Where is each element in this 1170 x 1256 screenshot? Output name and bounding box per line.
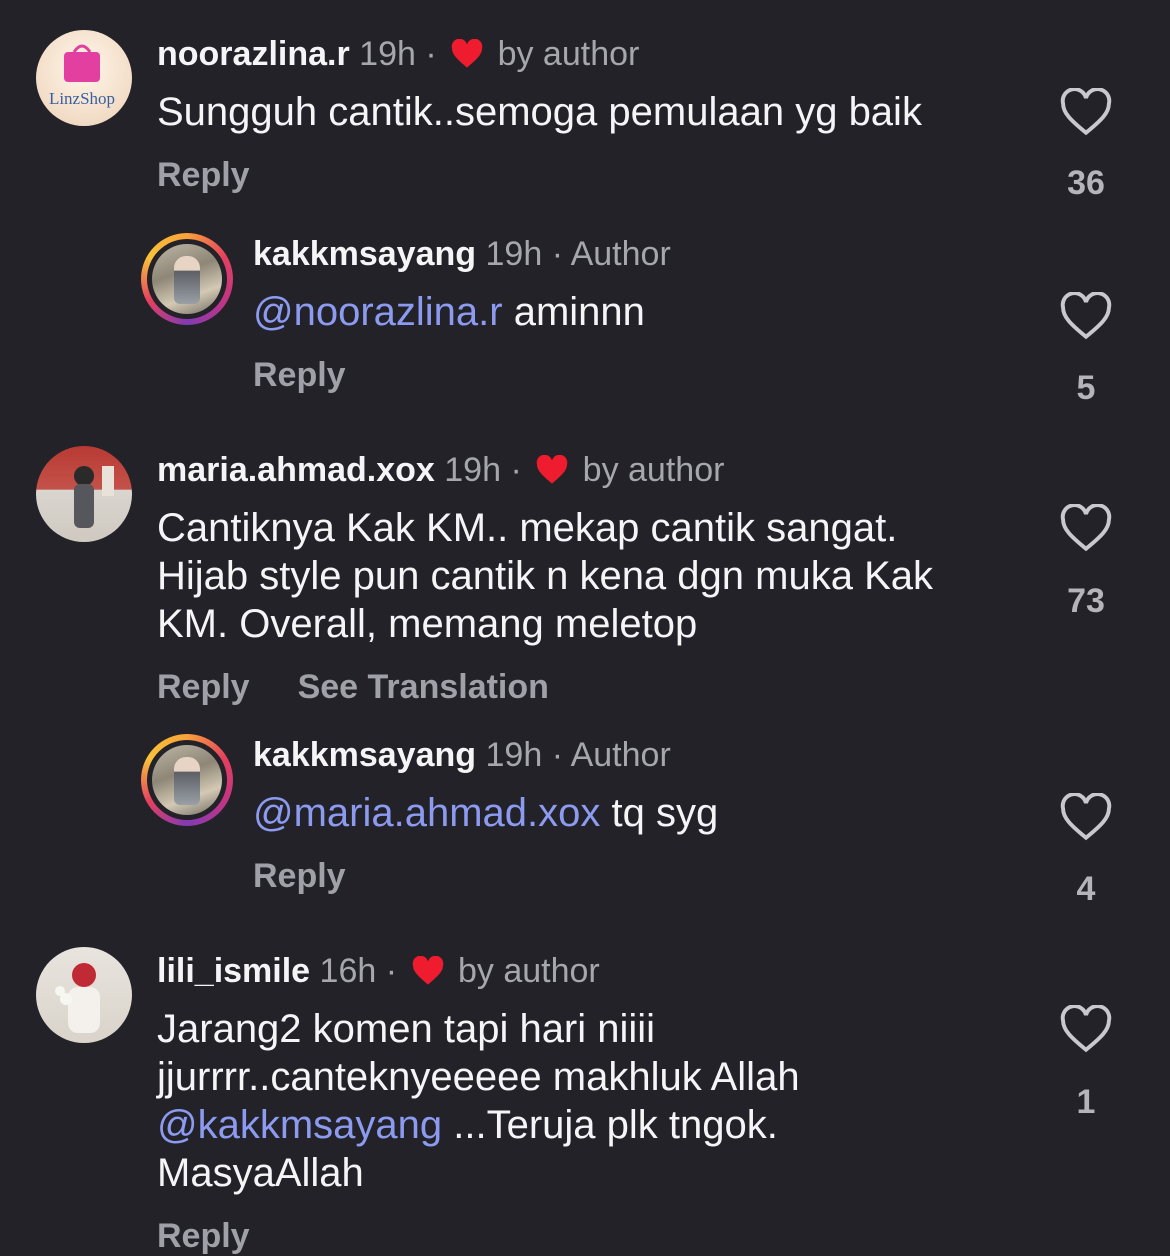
like-control[interactable]: 4 bbox=[1058, 793, 1114, 909]
avatar[interactable]: LinzShop bbox=[36, 30, 132, 126]
comment-text: Cantiknya Kak KM.. mekap cantik sangat. … bbox=[157, 504, 933, 648]
comment-body: tq syg bbox=[600, 791, 719, 835]
author-badge: Author bbox=[570, 235, 671, 273]
heart-outline-icon[interactable] bbox=[1059, 793, 1113, 841]
comment-text: @noorazlina.r aminnn bbox=[253, 288, 645, 336]
author-heart-icon bbox=[451, 39, 483, 68]
comment-meta: kakkmsayang 19h · Author bbox=[253, 735, 671, 775]
comment-line: @kakkmsayang ...Teruja plk tngok. bbox=[157, 1101, 800, 1149]
person-photo-icon bbox=[74, 466, 114, 528]
author-heart-icon bbox=[412, 956, 443, 985]
reply-button[interactable]: Reply bbox=[157, 156, 250, 194]
liked-by-author-label: by author bbox=[497, 35, 640, 73]
comment-actions: Reply bbox=[253, 856, 346, 896]
reply-button[interactable]: Reply bbox=[253, 356, 346, 394]
comment-actions: Reply See Translation bbox=[157, 667, 549, 707]
username[interactable]: maria.ahmad.xox bbox=[157, 451, 435, 489]
comment-actions: Reply bbox=[157, 1216, 250, 1256]
like-count: 1 bbox=[1076, 1083, 1096, 1121]
timestamp: 16h bbox=[319, 952, 377, 990]
like-control[interactable]: 36 bbox=[1058, 88, 1114, 203]
comment-meta: noorazlina.r 19h · by author bbox=[157, 34, 639, 74]
comment-actions: Reply bbox=[253, 355, 346, 395]
comment-text: Jarang2 komen tapi hari niiii jjurrrr..c… bbox=[157, 1005, 800, 1197]
comment-actions: Reply bbox=[157, 155, 250, 195]
comment-line: Cantiknya Kak KM.. mekap cantik sangat. bbox=[157, 506, 898, 550]
heart-outline-icon[interactable] bbox=[1059, 504, 1113, 552]
heart-outline-icon[interactable] bbox=[1059, 1005, 1113, 1053]
comment-meta: kakkmsayang 19h · Author bbox=[253, 234, 671, 274]
person-photo-icon bbox=[55, 963, 100, 1033]
liked-by-author-label: by author bbox=[457, 952, 600, 990]
author-heart-icon bbox=[536, 455, 568, 484]
username[interactable]: noorazlina.r bbox=[157, 35, 350, 73]
username[interactable]: kakkmsayang bbox=[253, 736, 476, 774]
separator: · bbox=[385, 952, 398, 990]
separator: · bbox=[551, 235, 564, 273]
avatar[interactable] bbox=[141, 734, 233, 826]
comment-text: Sungguh cantik..semoga pemulaan yg baik bbox=[157, 90, 922, 134]
comment-body: ...Teruja plk tngok. bbox=[442, 1103, 778, 1147]
timestamp: 19h bbox=[485, 235, 543, 273]
mention-link[interactable]: @kakkmsayang bbox=[157, 1103, 442, 1147]
comment-text: @maria.ahmad.xox tq syg bbox=[253, 789, 718, 837]
comment-line: Hijab style pun cantik n kena dgn muka K… bbox=[157, 554, 933, 598]
svg-text:LinzShop: LinzShop bbox=[49, 89, 115, 108]
comment-meta: maria.ahmad.xox 19h · by author bbox=[157, 450, 724, 490]
like-count: 73 bbox=[1067, 582, 1105, 620]
separator: · bbox=[510, 451, 522, 489]
avatar[interactable] bbox=[141, 233, 233, 325]
comment-line: MasyaAllah bbox=[157, 1151, 364, 1195]
liked-by-author-label: by author bbox=[582, 451, 725, 489]
avatar[interactable] bbox=[36, 446, 132, 542]
separator: · bbox=[425, 35, 437, 73]
avatar[interactable] bbox=[36, 947, 132, 1043]
comment-line: KM. Overall, memang meletop bbox=[157, 602, 698, 646]
separator: · bbox=[551, 736, 564, 774]
comment-body: aminnn bbox=[502, 290, 645, 334]
like-count: 36 bbox=[1067, 164, 1105, 202]
like-control[interactable]: 1 bbox=[1058, 1005, 1114, 1122]
timestamp: 19h bbox=[444, 451, 501, 489]
like-count: 5 bbox=[1076, 369, 1096, 407]
shop-logo-icon: LinzShop bbox=[49, 44, 115, 108]
username[interactable]: kakkmsayang bbox=[253, 235, 476, 273]
like-count: 4 bbox=[1076, 870, 1096, 908]
comment-meta: lili_ismile 16h · by author bbox=[157, 951, 600, 991]
timestamp: 19h bbox=[485, 736, 543, 774]
reply-button[interactable]: Reply bbox=[157, 668, 250, 706]
username[interactable]: lili_ismile bbox=[157, 952, 310, 990]
mention-link[interactable]: @noorazlina.r bbox=[253, 290, 503, 334]
like-control[interactable]: 5 bbox=[1058, 292, 1114, 408]
timestamp: 19h bbox=[359, 35, 416, 73]
reply-button[interactable]: Reply bbox=[157, 1217, 250, 1255]
heart-outline-icon[interactable] bbox=[1059, 292, 1113, 340]
heart-outline-icon[interactable] bbox=[1059, 88, 1113, 136]
reply-button[interactable]: Reply bbox=[253, 857, 346, 895]
comment-line: jjurrrr..canteknyeeeee makhluk Allah bbox=[157, 1055, 800, 1099]
see-translation-button[interactable]: See Translation bbox=[298, 668, 549, 706]
like-control[interactable]: 73 bbox=[1058, 504, 1114, 621]
mention-link[interactable]: @maria.ahmad.xox bbox=[253, 791, 600, 835]
comment-line: Jarang2 komen tapi hari niiii bbox=[157, 1007, 656, 1051]
author-badge: Author bbox=[570, 736, 671, 774]
